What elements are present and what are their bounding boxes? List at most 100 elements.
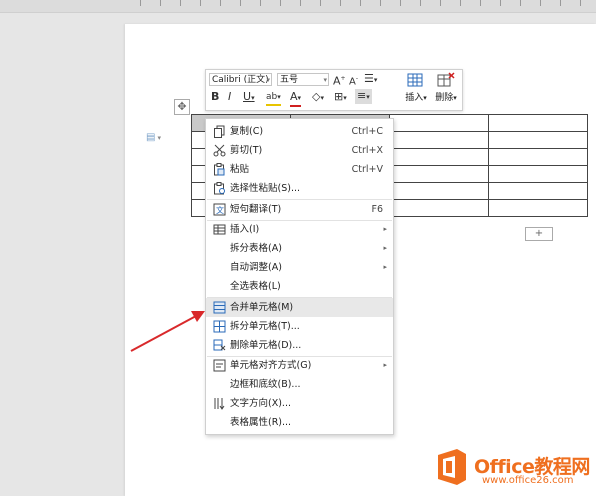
document-icon: ▤	[146, 132, 156, 143]
paragraph-marker[interactable]: ▤ ▾	[146, 132, 161, 143]
ruler-tick	[560, 0, 561, 6]
underline-icon[interactable]: U▾	[243, 90, 255, 105]
table-cell[interactable]	[389, 148, 489, 166]
menu-item-table-properties[interactable]: 表格属性(R)...	[206, 413, 393, 432]
delete-button[interactable]: 删除▾	[432, 72, 460, 103]
table-cell[interactable]	[389, 114, 489, 132]
menu-item-shortcut: Ctrl+C	[351, 126, 384, 137]
highlight-icon[interactable]: ab▾	[266, 90, 281, 106]
chevron-down-icon: ▾	[266, 76, 270, 84]
delete-cells-icon	[213, 339, 226, 352]
submenu-arrow-icon: ▸	[383, 225, 387, 233]
menu-item-label: 剪切(T)	[230, 145, 263, 156]
delete-label: 删除	[435, 93, 454, 103]
border-icon[interactable]: ⊞▾	[334, 90, 347, 105]
ruler-tick	[480, 0, 481, 6]
translate-icon: 文	[213, 203, 226, 216]
context-menu: 复制(C) Ctrl+C 剪切(T) Ctrl+X 粘贴 Ctrl+V 选择性粘…	[205, 118, 394, 435]
menu-item-label: 拆分单元格(T)...	[230, 321, 300, 332]
insert-button[interactable]: 插入▾	[402, 72, 430, 103]
menu-item-label: 单元格对齐方式(G)	[230, 360, 312, 371]
menu-item-label: 边框和底纹(B)...	[230, 379, 301, 390]
font-color-icon[interactable]: A▾	[290, 90, 302, 107]
menu-item-select-table[interactable]: 全选表格(L)	[206, 277, 393, 296]
line-spacing-icon[interactable]: ☰▾	[364, 72, 377, 87]
menu-item-cut[interactable]: 剪切(T) Ctrl+X	[206, 141, 393, 160]
copy-icon	[213, 125, 226, 138]
menu-item-split-table[interactable]: 拆分表格(A) ▸	[206, 239, 393, 258]
table-cell[interactable]	[488, 131, 588, 149]
top-ruler	[0, 0, 596, 13]
menu-item-label: 拆分表格(A)	[230, 243, 282, 254]
ruler-tick	[500, 0, 501, 6]
menu-item-label: 全选表格(L)	[230, 281, 281, 292]
ruler-tick	[160, 0, 161, 6]
merge-cells-icon	[213, 301, 226, 314]
ruler-tick	[140, 0, 141, 6]
table-move-handle[interactable]: ✥	[174, 99, 190, 115]
menu-item-paste[interactable]: 粘贴 Ctrl+V	[206, 160, 393, 179]
submenu-arrow-icon: ▸	[383, 263, 387, 271]
svg-text:文: 文	[216, 205, 224, 215]
ruler-tick	[340, 0, 341, 6]
ruler-tick	[460, 0, 461, 6]
add-row-button[interactable]: +	[525, 227, 553, 241]
submenu-arrow-icon: ▸	[383, 361, 387, 369]
font-name-value: Calibri (正文)	[212, 75, 269, 85]
table-cell[interactable]	[488, 148, 588, 166]
table-cell[interactable]	[488, 182, 588, 200]
cut-icon	[213, 144, 226, 157]
menu-item-paste-special[interactable]: 选择性粘贴(S)...	[206, 179, 393, 198]
menu-item-label: 删除单元格(D)...	[230, 340, 302, 351]
menu-item-merge-cells[interactable]: 合并单元格(M)	[206, 298, 393, 317]
menu-item-label: 文字方向(X)...	[230, 398, 291, 409]
table-cell[interactable]	[389, 199, 489, 217]
ruler-tick	[320, 0, 321, 6]
ruler-tick	[580, 0, 581, 6]
menu-item-autofit[interactable]: 自动调整(A) ▸	[206, 258, 393, 277]
ruler-tick	[380, 0, 381, 6]
menu-item-cell-alignment[interactable]: 单元格对齐方式(G) ▸	[206, 356, 393, 375]
table-cell[interactable]	[389, 165, 489, 183]
menu-item-split-cells[interactable]: 拆分单元格(T)...	[206, 317, 393, 336]
bold-icon[interactable]: B	[211, 90, 219, 104]
menu-item-translate[interactable]: 文 短句翻译(T) F6	[206, 200, 393, 219]
menu-item-label: 自动调整(A)	[230, 262, 282, 273]
font-name-select[interactable]: Calibri (正文) ▾	[209, 73, 272, 86]
font-size-value: 五号	[280, 75, 299, 85]
menu-item-shortcut: F6	[371, 204, 383, 215]
menu-item-insert[interactable]: 插入(I) ▸	[206, 220, 393, 239]
menu-item-label: 粘贴	[230, 164, 250, 175]
table-cell[interactable]	[389, 131, 489, 149]
submenu-arrow-icon: ▸	[383, 244, 387, 252]
paste-special-icon	[213, 182, 226, 195]
watermark-url: www.office26.com	[482, 475, 574, 486]
menu-item-shortcut: Ctrl+V	[351, 164, 383, 175]
insert-label: 插入	[405, 93, 424, 103]
font-size-select[interactable]: 五号 ▾	[277, 73, 329, 86]
menu-item-borders-shading[interactable]: 边框和底纹(B)...	[206, 375, 393, 394]
paste-icon	[213, 163, 226, 176]
ruler-tick	[400, 0, 401, 6]
mini-toolbar: Calibri (正文) ▾ 五号 ▾ A+ A- ☰▾ B I U▾ ab▾ A▾…	[205, 69, 463, 111]
shading-icon[interactable]: ◇▾	[312, 90, 324, 105]
menu-item-label: 合并单元格(M)	[230, 302, 294, 313]
menu-item-copy[interactable]: 复制(C) Ctrl+C	[206, 122, 393, 141]
italic-icon[interactable]: I	[228, 90, 231, 104]
menu-item-label: 短句翻译(T)	[230, 204, 282, 215]
delete-table-icon	[432, 72, 460, 90]
table-cell[interactable]	[389, 182, 489, 200]
table-cell[interactable]	[488, 199, 588, 217]
grow-font-icon[interactable]: A+	[333, 72, 346, 89]
office-logo-icon	[438, 449, 466, 485]
ruler-tick	[260, 0, 261, 6]
table-cell[interactable]	[488, 165, 588, 183]
menu-item-label: 插入(I)	[230, 224, 260, 235]
table-cell[interactable]	[488, 114, 588, 132]
align-icon[interactable]: ≡▾	[355, 89, 372, 104]
menu-item-text-direction[interactable]: 文字方向(X)...	[206, 394, 393, 413]
menu-item-delete-cells[interactable]: 删除单元格(D)...	[206, 336, 393, 355]
shrink-font-icon[interactable]: A-	[349, 72, 358, 89]
menu-item-label: 复制(C)	[230, 126, 264, 137]
chevron-down-icon: ▾	[323, 76, 327, 84]
